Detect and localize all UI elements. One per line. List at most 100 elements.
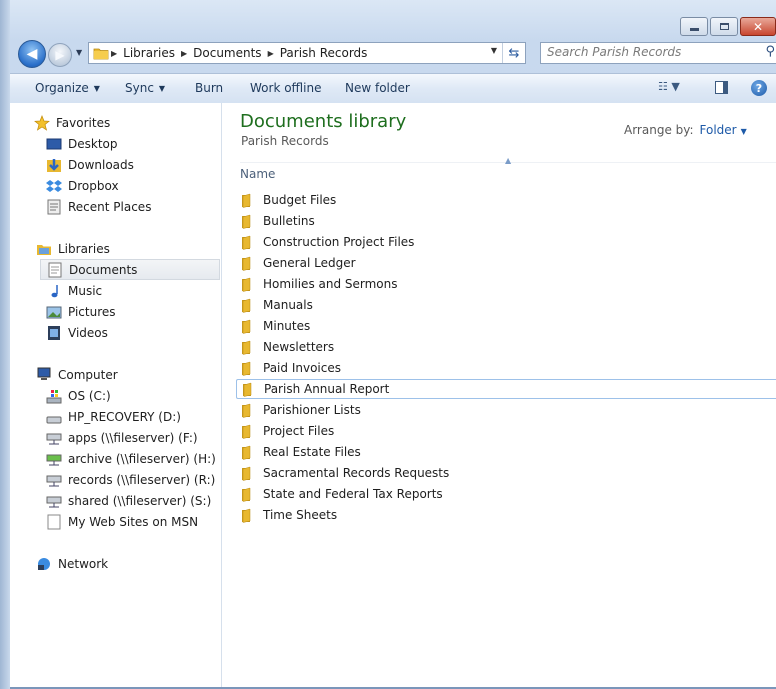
folder-name: Minutes <box>263 319 311 333</box>
close-button[interactable]: ✕ <box>740 17 776 36</box>
recent-places-icon <box>46 199 62 215</box>
address-dropdown-icon[interactable]: ▼ <box>491 46 497 55</box>
folder-icon <box>242 424 251 439</box>
chevron-down-icon: ▼ <box>93 84 100 93</box>
window-left-edge <box>0 0 10 689</box>
arrange-by-dropdown[interactable]: Folder <box>700 123 737 137</box>
folder-icon <box>242 277 251 292</box>
sidebar-libraries[interactable]: Libraries <box>36 238 246 259</box>
search-box[interactable]: ⚲ <box>540 42 776 64</box>
breadcrumb-separator[interactable]: ▶ <box>266 49 276 58</box>
sidebar-item-label: Pictures <box>68 304 116 319</box>
back-button[interactable]: ◀ <box>18 40 46 68</box>
sidebar-item-label: Videos <box>68 325 108 340</box>
breadcrumb-separator[interactable]: ▶ <box>109 49 119 58</box>
music-icon <box>46 283 62 299</box>
breadcrumb-libraries[interactable]: Libraries <box>119 46 179 60</box>
minimize-button[interactable] <box>680 17 708 36</box>
chevron-down-icon[interactable]: ▼ <box>741 127 747 136</box>
folder-row[interactable]: State and Federal Tax Reports <box>236 484 776 504</box>
folder-row[interactable]: Manuals <box>236 295 776 315</box>
sidebar-item-label: Downloads <box>68 157 134 172</box>
preview-pane-icon[interactable] <box>715 81 728 94</box>
search-input[interactable] <box>541 43 753 61</box>
sidebar-item-label: Music <box>68 283 103 298</box>
sync-label: Sync <box>125 81 154 95</box>
folder-row[interactable]: Minutes <box>236 316 776 336</box>
folder-row[interactable]: Time Sheets <box>236 505 776 525</box>
sidebar-item-label: OS (C:) <box>68 388 111 403</box>
folder-row[interactable]: Project Files <box>236 421 776 441</box>
maximize-button[interactable] <box>710 17 738 36</box>
folder-icon <box>242 256 251 271</box>
sidebar-item-label: My Web Sites on MSN <box>68 514 199 529</box>
breadcrumb-parish-records[interactable]: Parish Records <box>276 46 372 60</box>
folder-row[interactable]: Newsletters <box>236 337 776 357</box>
folder-row[interactable]: Sacramental Records Requests <box>236 463 776 483</box>
search-icon[interactable]: ⚲ <box>765 44 775 59</box>
videos-icon <box>46 325 62 341</box>
chevron-down-icon: ▼ <box>158 84 166 93</box>
breadcrumb-documents[interactable]: Documents <box>189 46 265 60</box>
sidebar-item-label: records (\\fileserver) (R:) <box>68 472 216 487</box>
new-folder-button[interactable]: New folder <box>345 81 410 95</box>
folder-icon <box>242 487 251 502</box>
sidebar-favorites[interactable]: Favorites <box>34 112 244 133</box>
sidebar-computer-label: Computer <box>58 367 118 382</box>
folder-row[interactable]: Paid Invoices <box>236 358 776 378</box>
organize-label: Organize <box>35 81 89 95</box>
sidebar-network[interactable]: Network <box>36 553 246 574</box>
library-subtitle: Parish Records <box>241 134 329 148</box>
folder-name: Time Sheets <box>263 508 338 522</box>
folder-name: Sacramental Records Requests <box>263 466 450 480</box>
folder-icon <box>243 382 252 397</box>
sidebar-item-documents[interactable]: Documents <box>40 259 220 280</box>
folder-row[interactable]: General Ledger <box>236 253 776 273</box>
library-title: Documents library <box>240 111 407 132</box>
sidebar-item-label: apps (\\fileserver) (F:) <box>68 430 198 445</box>
pictures-icon <box>46 304 62 320</box>
help-icon[interactable]: ? <box>751 80 767 96</box>
column-header-label: Name <box>240 167 276 181</box>
folder-row[interactable]: Budget Files <box>236 190 776 210</box>
sidebar-computer[interactable]: Computer <box>36 364 246 385</box>
column-header-name[interactable]: ▲ Name <box>240 156 776 185</box>
forward-arrow-icon: ▶ <box>55 48 65 62</box>
command-bar: Organize ▼ Sync ▼ Burn Work offline New fo… <box>10 73 776 104</box>
folder-icon <box>242 214 251 229</box>
dropbox-icon <box>46 178 62 194</box>
folder-icon <box>242 193 251 208</box>
folder-name: Real Estate Files <box>263 445 361 459</box>
back-arrow-icon: ◀ <box>26 46 38 62</box>
recent-pages-dropdown[interactable]: ▼ <box>76 48 82 57</box>
minimize-icon <box>689 27 699 31</box>
folder-row[interactable]: Parish Annual Report <box>236 379 776 399</box>
downloads-icon <box>46 157 62 173</box>
folder-row[interactable]: Bulletins <box>236 211 776 231</box>
folder-name: State and Federal Tax Reports <box>263 487 443 501</box>
close-icon: ✕ <box>752 19 764 34</box>
sync-button[interactable]: Sync ▼ <box>125 81 165 95</box>
burn-button[interactable]: Burn <box>195 81 223 95</box>
folder-row[interactable]: Construction Project Files <box>236 232 776 252</box>
forward-button[interactable]: ▶ <box>48 43 72 67</box>
documents-icon <box>47 262 63 278</box>
change-view-button[interactable]: ☷ ▼ <box>658 80 680 93</box>
sidebar-item-label: Recent Places <box>68 199 152 214</box>
refresh-button[interactable]: ⇆ <box>502 43 525 63</box>
folder-name: Project Files <box>263 424 335 438</box>
network-drive-icon <box>46 451 62 467</box>
work-offline-button[interactable]: Work offline <box>250 81 321 95</box>
star-icon <box>34 114 50 131</box>
sidebar-item-label: HP_RECOVERY (D:) <box>68 409 181 424</box>
folder-row[interactable]: Real Estate Files <box>236 442 776 462</box>
folder-icon <box>242 361 251 376</box>
folder-name: Newsletters <box>263 340 335 354</box>
organize-button[interactable]: Organize ▼ <box>35 81 100 95</box>
sidebar-libraries-label: Libraries <box>58 241 110 256</box>
folder-row[interactable]: Parishioner Lists <box>236 400 776 420</box>
desktop-icon <box>46 136 62 152</box>
folder-row[interactable]: Homilies and Sermons <box>236 274 776 294</box>
breadcrumb-separator[interactable]: ▶ <box>179 49 189 58</box>
address-bar[interactable]: ▶ Libraries ▶ Documents ▶ Parish Records… <box>88 42 526 64</box>
